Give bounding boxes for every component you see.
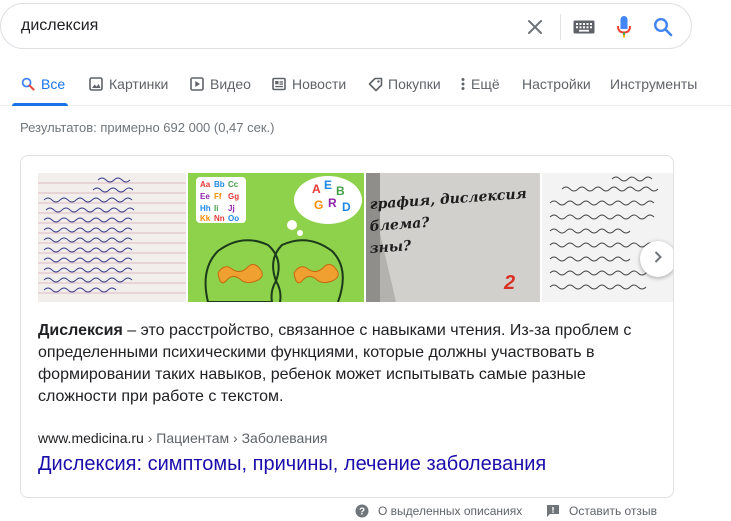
- feedback-label: Оставить отзыв: [569, 504, 657, 518]
- image-icon: [88, 76, 104, 92]
- keyboard-icon[interactable]: [572, 16, 596, 38]
- tag-icon: [367, 76, 383, 92]
- snippet-definition: – это расстройство, связанное с навыками…: [38, 322, 632, 405]
- svg-text:Oo: Oo: [228, 214, 239, 223]
- search-input[interactable]: дислексия: [21, 17, 98, 35]
- result-title-link[interactable]: Дислексия: симптомы, причины, лечение за…: [38, 453, 546, 476]
- tab-label: Все: [41, 76, 66, 92]
- feedback-link[interactable]: Оставить отзыв: [546, 502, 657, 520]
- svg-text:?: ?: [359, 507, 365, 518]
- svg-text:Hh: Hh: [200, 204, 211, 213]
- svg-text:Ee: Ee: [200, 192, 210, 201]
- help-icon: ?: [355, 504, 369, 518]
- tab-label: Инструменты: [610, 76, 698, 92]
- search-tabs: Все Картинки Видео Новости Покупки Ещё Н…: [0, 62, 731, 106]
- close-icon[interactable]: [524, 16, 546, 38]
- handwriting-sample-image[interactable]: [542, 173, 673, 302]
- source-site: www.medicina.ru: [38, 430, 144, 446]
- tab-label: Новости: [292, 76, 347, 92]
- svg-text:B: B: [336, 184, 345, 198]
- news-icon: [271, 76, 287, 92]
- svg-text:G: G: [314, 198, 323, 212]
- tab-label: Картинки: [109, 76, 169, 92]
- snippet-term: Дислексия: [38, 322, 123, 339]
- search-box-divider: [560, 14, 561, 40]
- tab-all[interactable]: Все: [20, 72, 65, 96]
- handwriting-notebook-image[interactable]: [38, 173, 186, 302]
- source-path: › Пациентам › Заболевания: [143, 430, 328, 446]
- svg-text:Gg: Gg: [228, 192, 239, 201]
- svg-text:A: A: [312, 182, 321, 196]
- search-box[interactable]: дислексия: [0, 3, 692, 49]
- search-icon: [20, 76, 36, 92]
- svg-text:Jj: Jj: [228, 204, 235, 213]
- carousel-next-button[interactable]: [640, 241, 673, 277]
- tab-shopping[interactable]: Покупки: [367, 72, 441, 96]
- active-tab-indicator: [12, 103, 68, 106]
- svg-text:Ff: Ff: [214, 192, 222, 201]
- disgraphia-dyslexia-slide-image[interactable]: графия, дислексия блема? зны? 2: [366, 173, 540, 302]
- about-label: О выделенных описаниях: [378, 504, 523, 518]
- tab-label: Покупки: [388, 76, 441, 92]
- svg-text:Ii: Ii: [214, 204, 218, 213]
- tab-label: Видео: [210, 76, 251, 92]
- svg-text:Aa: Aa: [200, 180, 211, 189]
- image-carousel: Aa Bb Cc Ee Ff Gg Hh Ii Jj Kk Nn Oo AEB GRD: [38, 173, 673, 302]
- featured-snippet-card: Aa Bb Cc Ee Ff Gg Hh Ii Jj Kk Nn Oo AEB GRD: [20, 155, 674, 498]
- tab-more[interactable]: Ещё: [459, 72, 500, 96]
- tab-tools[interactable]: Инструменты: [610, 72, 697, 96]
- video-icon: [189, 76, 205, 92]
- svg-text:E: E: [324, 178, 332, 192]
- more-vert-icon: [459, 76, 467, 92]
- tab-label: Ещё: [471, 76, 500, 92]
- svg-text:R: R: [328, 196, 337, 210]
- slide-number: 2: [503, 272, 515, 294]
- result-stats: Результатов: примерно 692 000 (0,47 сек.…: [20, 120, 275, 135]
- microphone-icon[interactable]: [613, 16, 635, 38]
- chevron-right-icon: [653, 250, 663, 269]
- brain-letters-illustration-image[interactable]: Aa Bb Cc Ee Ff Gg Hh Ii Jj Kk Nn Oo AEB GRD: [188, 173, 364, 302]
- svg-text:D: D: [342, 200, 351, 214]
- snippet-text: Дислексия – это расстройство, связанное …: [38, 320, 648, 408]
- tab-label: Настройки: [522, 76, 591, 92]
- about-featured-snippets-link[interactable]: ? О выделенных описаниях: [355, 502, 522, 520]
- search-icon[interactable]: [652, 16, 674, 38]
- feedback-icon: [546, 504, 560, 518]
- tab-news[interactable]: Новости: [271, 72, 346, 96]
- svg-text:Nn: Nn: [214, 214, 225, 223]
- tab-video[interactable]: Видео: [189, 72, 251, 96]
- slide-line-3: зны?: [369, 238, 412, 257]
- svg-text:Bb: Bb: [214, 180, 225, 189]
- source-breadcrumb: www.medicina.ru › Пациентам › Заболевани…: [38, 430, 327, 446]
- svg-text:Kk: Kk: [200, 214, 211, 223]
- svg-text:Cc: Cc: [228, 180, 239, 189]
- tab-images[interactable]: Картинки: [88, 72, 168, 96]
- tab-settings[interactable]: Настройки: [522, 72, 591, 96]
